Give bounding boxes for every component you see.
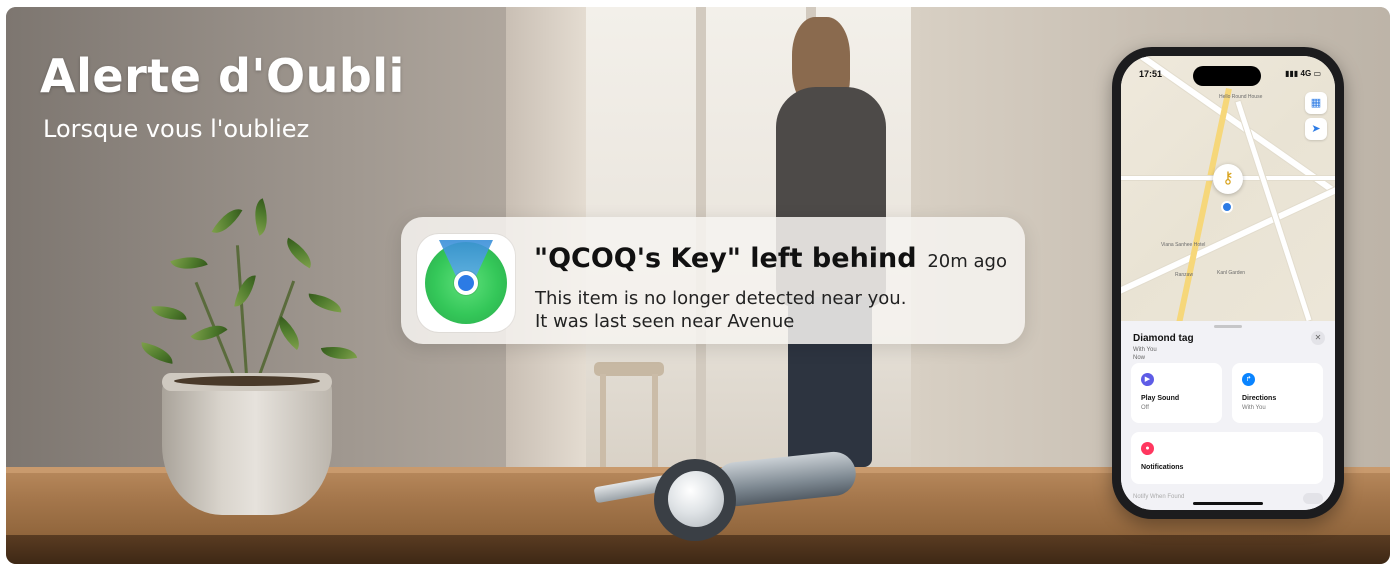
- dynamic-island: [1193, 66, 1261, 86]
- map-road: [1235, 100, 1312, 322]
- phone-screen: 17:51 ▮▮▮ 4G ▭ Hello Round House Viana S…: [1121, 56, 1335, 510]
- play-sound-status: Off: [1141, 405, 1149, 411]
- sheet-grabber[interactable]: [1214, 325, 1242, 328]
- notification-time: 20m ago: [927, 251, 1007, 272]
- plant-leaf: [170, 249, 208, 277]
- plant-leaf: [211, 202, 243, 240]
- item-name: Diamond tag: [1133, 333, 1194, 344]
- key-pin-icon[interactable]: ⚷: [1213, 164, 1243, 194]
- play-sound-label: Play Sound: [1141, 395, 1180, 402]
- battery-icon: ▭: [1313, 69, 1321, 78]
- map-mode-icon[interactable]: ▦: [1305, 92, 1327, 114]
- plant-leaf: [320, 342, 358, 364]
- car-keys-with-tag: [584, 447, 860, 541]
- potted-plant: [132, 198, 372, 525]
- network-label: 4G: [1300, 69, 1312, 78]
- notify-when-found-toggle[interactable]: [1303, 493, 1323, 504]
- notification-title: "QCOQ's Key" left behind: [534, 243, 917, 274]
- smartphone: 17:51 ▮▮▮ 4G ▭ Hello Round House Viana S…: [1112, 47, 1344, 519]
- find-my-icon-dot: [454, 271, 478, 295]
- user-location-dot: [1221, 201, 1233, 213]
- map-label: Viana Sanhee Hotel: [1161, 242, 1206, 248]
- directions-label: Directions: [1242, 395, 1277, 402]
- status-network: ▮▮▮ 4G ▭: [1285, 69, 1321, 78]
- find-my-icon: [417, 234, 515, 332]
- notification-body: This item is no longer detected near you…: [535, 287, 955, 333]
- plant-pot: [162, 373, 332, 515]
- signal-icon: ▮▮▮: [1285, 69, 1301, 78]
- directions-status: With You: [1242, 405, 1266, 411]
- map-view[interactable]: Hello Round House Viana Sanhee Hotel Ran…: [1121, 56, 1335, 325]
- notification-body-line: This item is no longer detected near you…: [535, 288, 907, 309]
- plant-leaf: [280, 237, 318, 269]
- notifications-label: Notifications: [1141, 464, 1184, 471]
- plant-leaf: [151, 303, 187, 323]
- bell-icon: ●: [1141, 442, 1154, 455]
- product-banner: Alerte d'Oubli Lorsque vous l'oubliez "Q…: [6, 7, 1390, 564]
- status-time: 17:51: [1139, 69, 1163, 79]
- notify-when-found-label: Notify When Found: [1133, 494, 1185, 500]
- plant-stem: [235, 245, 248, 376]
- map-label: Hello Round House: [1219, 94, 1263, 100]
- play-sound-button[interactable]: ▶ Play Sound Off: [1131, 363, 1222, 423]
- item-sheet: Diamond tag With You Now ✕ ▶ Play Sound …: [1121, 321, 1335, 510]
- item-with: With You: [1133, 347, 1157, 353]
- left-behind-notification[interactable]: "QCOQ's Key" left behind 20m ago This it…: [401, 217, 1025, 344]
- notifications-button[interactable]: ● Notifications: [1131, 432, 1323, 484]
- notification-body-line: It was last seen near Avenue: [535, 311, 795, 332]
- plant-soil: [174, 376, 320, 386]
- location-arrow-icon[interactable]: ➤: [1305, 118, 1327, 140]
- headline-title: Alerte d'Oubli: [40, 49, 405, 103]
- map-label: Ranzaw: [1175, 272, 1194, 278]
- close-icon[interactable]: ✕: [1311, 331, 1325, 345]
- directions-button[interactable]: ↱ Directions With You: [1232, 363, 1323, 423]
- item-status: With You Now: [1133, 346, 1157, 362]
- map-label: Kanl Garden: [1217, 270, 1246, 276]
- item-time: Now: [1133, 355, 1146, 361]
- headline-subtitle: Lorsque vous l'oubliez: [43, 115, 310, 143]
- map-road: [1121, 177, 1335, 301]
- plant-leaf: [138, 342, 176, 364]
- home-indicator[interactable]: [1193, 502, 1263, 505]
- plant-leaf: [307, 293, 343, 313]
- directions-icon: ↱: [1242, 373, 1255, 386]
- tracker-tag: [668, 471, 724, 527]
- play-icon: ▶: [1141, 373, 1154, 386]
